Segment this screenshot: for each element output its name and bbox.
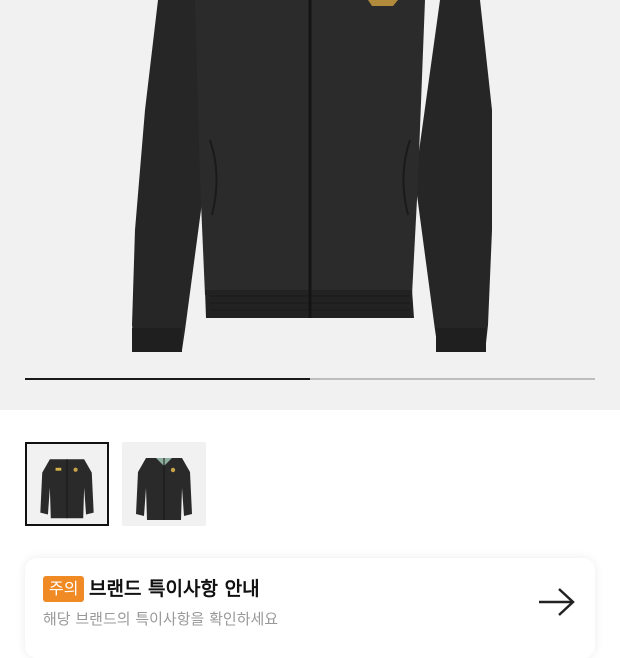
jacket-thumbnail-image [40, 459, 94, 519]
thumbnail-1[interactable] [25, 442, 109, 526]
gallery-progress-bar [25, 378, 595, 380]
gallery-progress-fill [25, 378, 310, 380]
product-image-gallery[interactable] [0, 0, 620, 410]
notice-subtitle: 해당 브랜드의 특이사항을 확인하세요 [43, 610, 279, 628]
notice-title: 브랜드 특이사항 안내 [89, 578, 260, 600]
jacket-thumbnail-image [136, 458, 192, 520]
thumbnail-2[interactable] [122, 442, 206, 526]
product-main-image [132, 0, 492, 352]
notice-badge: 주의 [43, 576, 85, 602]
arrow-right-icon[interactable] [537, 586, 577, 622]
thumbnail-strip [25, 442, 206, 526]
brand-notice-card[interactable]: 주의 브랜드 특이사항 안내 해당 브랜드의 특이사항을 확인하세요 [25, 558, 595, 658]
